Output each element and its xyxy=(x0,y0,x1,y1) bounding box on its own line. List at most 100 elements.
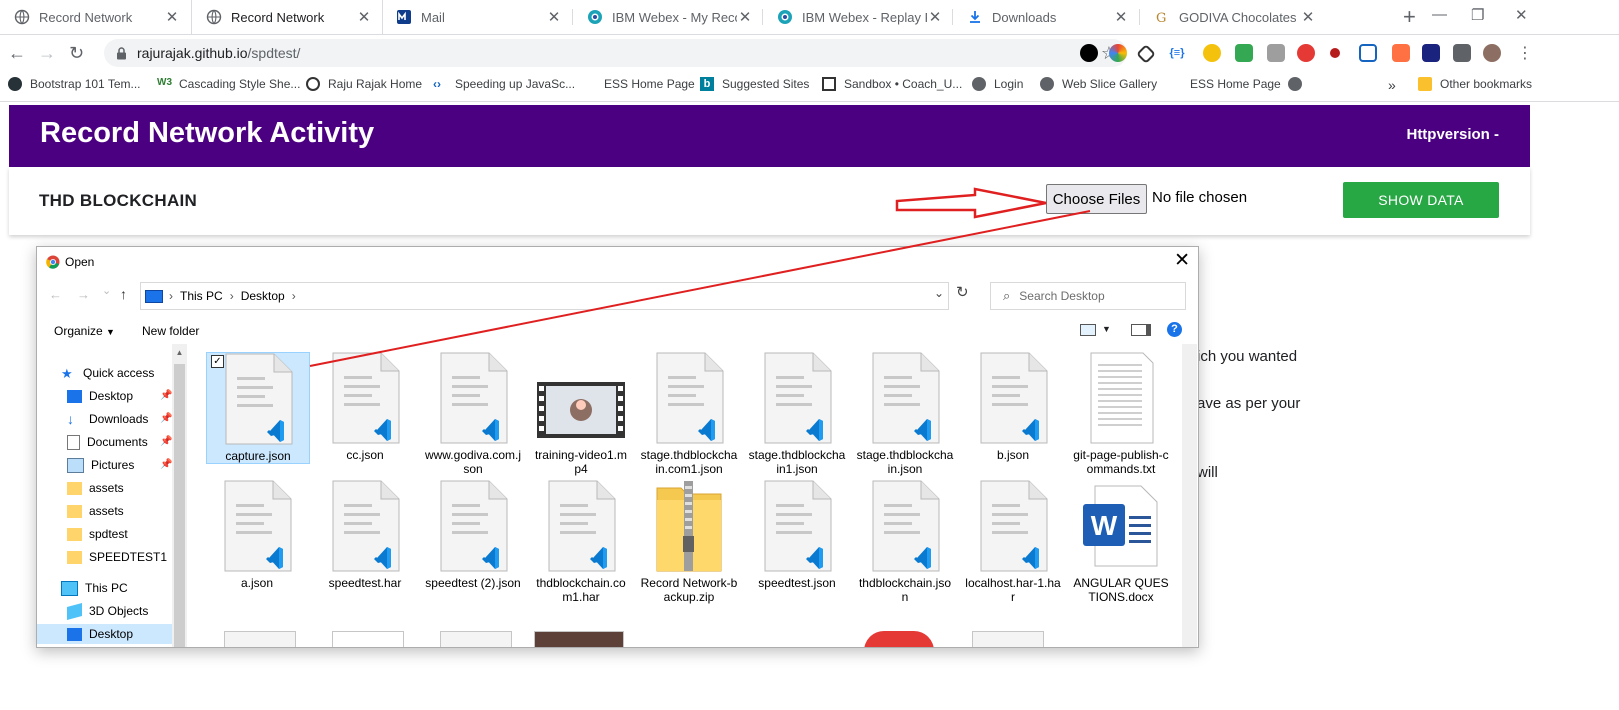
up-arrow-icon[interactable]: ↑ xyxy=(120,286,127,302)
show-data-button[interactable]: SHOW DATA xyxy=(1343,182,1499,218)
file-item[interactable]: training-video1.mp4 xyxy=(530,352,632,476)
eyedropper-extension-icon[interactable] xyxy=(1136,44,1156,64)
nav-assets-2[interactable]: assets xyxy=(67,501,124,521)
file-item[interactable]: a.json xyxy=(206,480,308,590)
nav-downloads[interactable]: ↓ Downloads xyxy=(67,409,148,429)
profile-avatar[interactable] xyxy=(1483,44,1501,62)
close-tab-icon[interactable]: ✕ xyxy=(356,8,372,26)
tab-godiva[interactable]: G GODIVA Chocolates | Go ✕ xyxy=(1140,0,1326,34)
file-item[interactable]: www.godiva.com.json xyxy=(422,352,524,476)
bookmarks-overflow[interactable]: » xyxy=(1388,77,1396,93)
view-options-icon[interactable] xyxy=(1080,324,1096,336)
file-item[interactable]: thdblockchain.com1.har xyxy=(530,480,632,604)
bookmark-sandbox[interactable]: Sandbox • Coach_U... xyxy=(822,77,962,91)
bookmark-suggested-sites[interactable]: b Suggested Sites xyxy=(700,77,809,91)
menu-dots-icon[interactable]: ⋮ xyxy=(1517,43,1533,63)
file-item[interactable] xyxy=(972,631,1044,647)
forward-icon[interactable]: → xyxy=(77,287,90,302)
close-tab-icon[interactable]: ✕ xyxy=(1300,8,1316,26)
file-item[interactable]: localhost.har-1.har xyxy=(962,480,1064,604)
file-item[interactable]: stage.thdblockchain.com1.json xyxy=(638,352,740,476)
bookmark-ess-home-2[interactable]: ESS Home Page xyxy=(1168,77,1281,91)
file-item[interactable]: W ANGULAR QUESTIONS.docx xyxy=(1070,480,1172,604)
file-item[interactable]: thdblockchain.json xyxy=(854,480,956,604)
breadcrumb[interactable]: › This PC › Desktop › ⌄ xyxy=(140,282,949,310)
bookmark-globe[interactable] xyxy=(1288,77,1310,91)
chevron-down-icon[interactable]: ⌄ xyxy=(934,286,944,300)
file-item[interactable] xyxy=(440,631,512,647)
breadcrumb-this-pc[interactable]: This PC xyxy=(180,289,223,303)
choose-files-button[interactable]: Choose Files xyxy=(1046,184,1147,214)
reload-icon[interactable]: ↻ xyxy=(69,43,84,64)
tab-downloads[interactable]: Downloads ✕ xyxy=(953,0,1139,34)
bookmark-web-slice[interactable]: Web Slice Gallery xyxy=(1040,77,1157,91)
new-tab-button[interactable]: + xyxy=(1403,4,1416,30)
forward-icon[interactable]: → xyxy=(38,43,56,64)
extension-icon[interactable] xyxy=(1080,44,1098,62)
file-item[interactable]: ✓ capture.json xyxy=(206,352,310,464)
back-icon[interactable]: ← xyxy=(49,287,62,302)
extensions-puzzle-icon[interactable] xyxy=(1453,44,1471,62)
refresh-icon[interactable]: ↻ xyxy=(956,283,969,301)
color-picker-extension-icon[interactable] xyxy=(1109,44,1127,62)
bookmark-css[interactable]: W3 Cascading Style She... xyxy=(157,77,300,91)
new-folder-button[interactable]: New folder xyxy=(142,324,199,338)
nav-scrollbar[interactable]: ▲ xyxy=(172,344,187,647)
file-item[interactable] xyxy=(534,631,624,647)
nav-pictures[interactable]: Pictures xyxy=(67,455,134,475)
address-bar[interactable]: rajurajak.github.io/spdtest/ ☆ xyxy=(104,39,1127,67)
close-tab-icon[interactable]: ✕ xyxy=(927,8,943,26)
file-item[interactable]: b.json xyxy=(962,352,1064,462)
file-item[interactable]: cc.json xyxy=(314,352,416,462)
window-close-icon[interactable]: ✕ xyxy=(1515,6,1528,24)
preview-pane-icon[interactable] xyxy=(1131,324,1151,336)
file-item[interactable]: git-page-publish-commands.txt xyxy=(1070,352,1172,476)
record-extension-icon[interactable] xyxy=(1330,48,1340,58)
close-tab-icon[interactable]: ✕ xyxy=(737,8,753,26)
file-item[interactable] xyxy=(864,631,934,647)
organize-button[interactable]: Organize ▼ xyxy=(54,324,115,338)
bookmark-ess-home[interactable]: ESS Home Page xyxy=(582,77,695,91)
nav-3d-objects[interactable]: 3D Objects xyxy=(67,601,148,621)
extension-icon[interactable] xyxy=(1422,44,1440,62)
dialog-close-icon[interactable]: ✕ xyxy=(1174,249,1190,272)
bookmark-login[interactable]: Login xyxy=(972,77,1023,91)
breadcrumb-desktop[interactable]: Desktop xyxy=(241,289,285,303)
file-item[interactable]: speedtest.json xyxy=(746,480,848,590)
bookmark-bootstrap[interactable]: Bootstrap 101 Tem... xyxy=(8,77,141,91)
caret-down-icon[interactable]: ▼ xyxy=(1102,324,1111,334)
bookmark-raju-home[interactable]: Raju Rajak Home xyxy=(306,77,422,91)
file-item[interactable]: Record Network-backup.zip xyxy=(638,480,740,604)
other-bookmarks[interactable]: Other bookmarks xyxy=(1418,77,1532,91)
tab-webex-replay[interactable]: IBM Webex - Replay Rec ✕ xyxy=(763,0,953,34)
tab-mail[interactable]: Mail ✕ xyxy=(382,0,572,34)
json-extension-icon[interactable]: {≡} xyxy=(1168,44,1186,62)
nav-assets-1[interactable]: assets xyxy=(67,478,124,498)
files-scrollbar[interactable] xyxy=(1182,344,1197,647)
nav-desktop-pinned[interactable]: Desktop xyxy=(67,386,133,406)
bookmark-speeding-up[interactable]: ‹› Speeding up JavaSc... xyxy=(433,77,575,91)
nav-speedtest1[interactable]: SPEEDTEST1 xyxy=(67,547,167,567)
tab-record-network-2[interactable]: Record Network ✕ xyxy=(191,0,383,34)
extension-icon[interactable] xyxy=(1297,44,1315,62)
chevron-down-icon[interactable]: ⌄ xyxy=(102,284,111,297)
file-item[interactable]: speedtest (2).json xyxy=(422,480,524,590)
search-input[interactable]: ⌕ Search Desktop xyxy=(990,282,1186,310)
minimize-icon[interactable]: — xyxy=(1432,6,1447,23)
help-icon[interactable]: ? xyxy=(1167,322,1182,337)
restore-icon[interactable]: ❐ xyxy=(1471,6,1484,24)
extension-icon[interactable] xyxy=(1235,44,1253,62)
checkbox[interactable]: ✓ xyxy=(211,355,224,368)
close-tab-icon[interactable]: ✕ xyxy=(164,8,180,26)
file-item[interactable]: stage.thdblockchain.json xyxy=(854,352,956,476)
nav-desktop-this-pc[interactable]: Desktop xyxy=(37,624,172,644)
extension-icon[interactable] xyxy=(1203,44,1221,62)
scroll-up-icon[interactable]: ▲ xyxy=(172,348,187,357)
nav-quick-access[interactable]: ★ Quick access xyxy=(61,363,154,383)
extension-icon[interactable] xyxy=(1359,44,1377,62)
nav-spdtest[interactable]: spdtest xyxy=(67,524,128,544)
tab-webex-record[interactable]: IBM Webex - My Record ✕ xyxy=(573,0,763,34)
close-tab-icon[interactable]: ✕ xyxy=(546,8,562,26)
back-icon[interactable]: ← xyxy=(8,43,26,64)
extension-icon[interactable] xyxy=(1392,44,1410,62)
